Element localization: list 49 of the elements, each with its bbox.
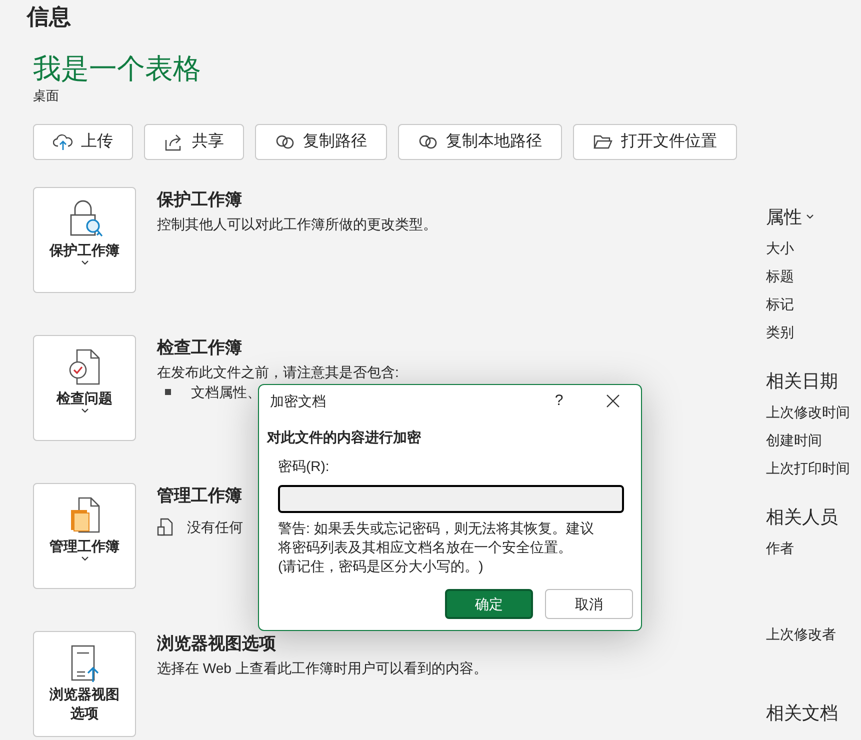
property-label: 大小 xyxy=(766,239,795,258)
group-heading: 相关日期 xyxy=(766,370,838,393)
dialog-button[interactable]: 取消 xyxy=(545,589,633,619)
property-label: 类别 xyxy=(766,323,795,342)
close-icon xyxy=(606,394,620,408)
document-icon xyxy=(157,518,173,536)
bullet-text: 文档属性、 xyxy=(191,383,261,402)
link-icon xyxy=(418,134,438,150)
property-label: 创建时间 xyxy=(766,431,823,450)
action-button[interactable]: 复制路径 xyxy=(255,124,387,160)
section-button[interactable]: 管理工作簿 xyxy=(33,483,136,589)
property-label: 上次修改时间 xyxy=(766,403,850,422)
help-button[interactable]: ? xyxy=(547,390,571,412)
group-heading: 相关文档 xyxy=(766,702,838,725)
page-title: 信息 xyxy=(27,3,72,31)
section-button[interactable]: 保护工作簿 xyxy=(33,187,136,293)
action-button[interactable]: 共享 xyxy=(144,124,244,160)
group-heading: 属性 xyxy=(766,206,802,229)
property-label: 作者 xyxy=(766,539,795,558)
section-title: 管理工作簿 xyxy=(157,485,243,507)
cloud-upload-icon xyxy=(53,133,73,151)
group-heading: 相关人员 xyxy=(766,506,838,529)
property-label: 标记 xyxy=(766,295,795,314)
section-description: 控制其他人可以对此工作簿所做的更改类型。 xyxy=(157,215,437,234)
section-button[interactable]: 浏览器视图选项 xyxy=(33,631,136,737)
dialog-button[interactable]: 确定 xyxy=(445,589,533,619)
note-text: 没有任何 xyxy=(187,518,243,537)
dialog-title: 加密文档 xyxy=(270,392,327,410)
action-button[interactable]: 打开文件位置 xyxy=(573,124,737,160)
section-title: 浏览器视图选项 xyxy=(157,633,277,655)
property-label: 上次打印时间 xyxy=(766,459,850,478)
file-location: 桌面 xyxy=(33,87,60,105)
section-title: 检查工作簿 xyxy=(157,337,243,359)
action-button[interactable]: 复制本地路径 xyxy=(398,124,562,160)
section-description: 在发布此文件之前，请注意其是否包含: xyxy=(157,363,399,382)
property-label: 上次修改者 xyxy=(766,625,837,644)
link-icon xyxy=(275,134,295,150)
property-label: 标题 xyxy=(766,267,795,286)
file-name: 我是一个表格 xyxy=(33,52,202,86)
section-title: 保护工作簿 xyxy=(157,189,243,211)
bullet-icon xyxy=(165,389,171,395)
field-label: 密码(R): xyxy=(278,457,330,476)
section-button[interactable]: 检查问题 xyxy=(33,335,136,441)
warning-text: 警告: 如果丢失或忘记密码，则无法将其恢复。建议 将密码列表及其相应文档名放在一个安全位置。 (请记住，密码是区分大小写的。) xyxy=(278,519,595,576)
dialog-heading: 对此文件的内容进行加密 xyxy=(267,428,422,447)
password-field[interactable] xyxy=(278,485,624,513)
folder-icon xyxy=(593,134,613,150)
section-description: 选择在 Web 上查看此工作簿时用户可以看到的内容。 xyxy=(157,659,488,678)
action-button[interactable]: 上传 xyxy=(33,124,133,160)
